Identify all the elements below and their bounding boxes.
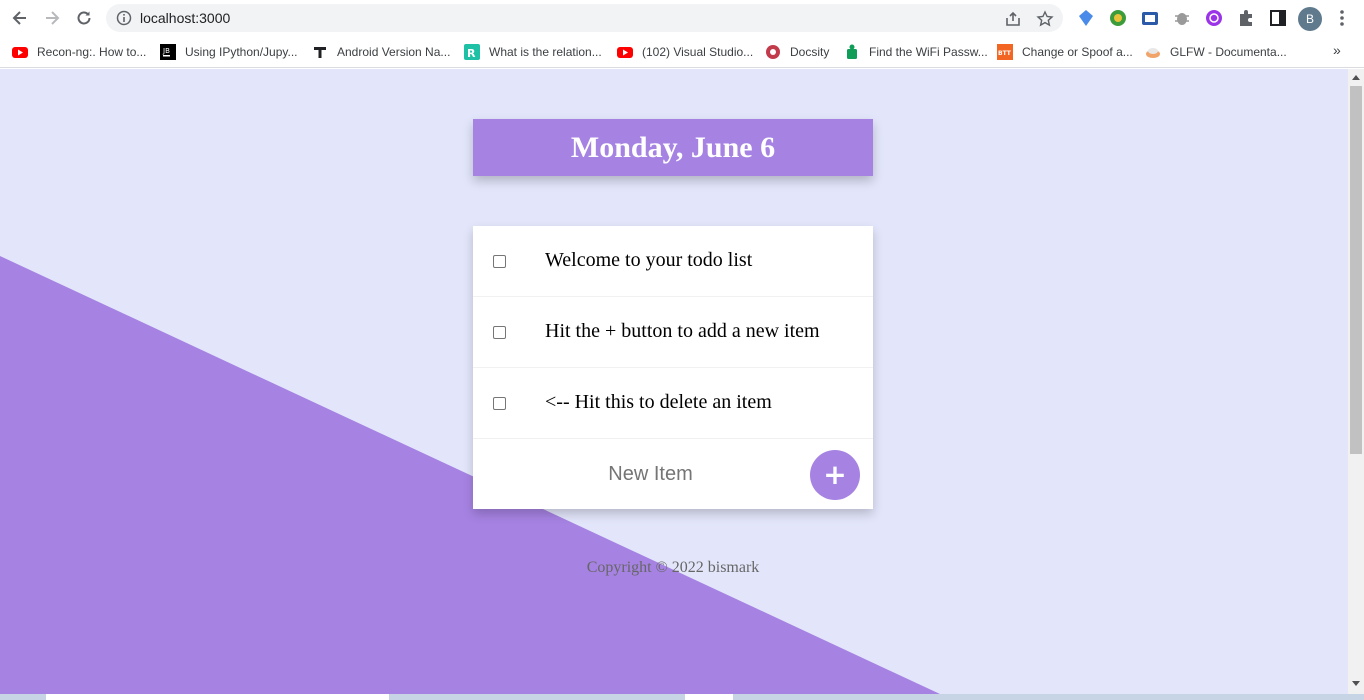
date-heading: Monday, June 6 xyxy=(570,130,776,164)
add-item-button[interactable]: + xyxy=(810,450,860,500)
todo-item: <-- Hit this to delete an item xyxy=(473,368,873,439)
extension-icon[interactable] xyxy=(1204,8,1224,28)
youtube-icon xyxy=(617,47,633,58)
bookmarks-bar: Recon-ng:. How to... JB Using IPython/Ju… xyxy=(0,36,1364,68)
r-icon: R xyxy=(464,44,480,60)
todo-item: Hit the + button to add a new item xyxy=(473,297,873,368)
new-item-input[interactable]: New Item xyxy=(473,456,828,492)
bookmark-item[interactable]: (102) Visual Studio... xyxy=(617,42,753,62)
share-icon[interactable] xyxy=(1004,10,1022,28)
bookmark-label: Change or Spoof a... xyxy=(1022,45,1133,59)
bookmark-label: Docsity xyxy=(790,45,830,59)
extension-icon[interactable] xyxy=(1108,8,1128,28)
bottom-strip xyxy=(0,694,1364,700)
bookmark-item[interactable]: Recon-ng:. How to... xyxy=(12,42,146,62)
t-icon xyxy=(314,47,326,58)
bottom-strip-segment xyxy=(46,694,389,700)
extension-icon[interactable] xyxy=(1076,8,1096,28)
bookmark-label: Using IPython/Jupy... xyxy=(185,45,298,59)
bottom-strip-segment xyxy=(685,694,733,700)
vertical-scrollbar[interactable] xyxy=(1348,69,1364,694)
new-item-form: New Item + xyxy=(473,439,873,509)
todo-checkbox[interactable] xyxy=(493,326,506,339)
forward-icon[interactable] xyxy=(40,6,64,30)
bookmark-label: Android Version Na... xyxy=(337,45,451,59)
page-viewport: Monday, June 6 Welcome to your todo list… xyxy=(0,69,1348,694)
puzzle-icon[interactable] xyxy=(1236,8,1256,28)
todo-card: Welcome to your todo list Hit the + butt… xyxy=(473,226,873,509)
todo-text: <-- Hit this to delete an item xyxy=(545,391,772,413)
svg-text:JB: JB xyxy=(162,47,170,55)
scroll-up-arrow-icon[interactable] xyxy=(1352,75,1360,80)
todo-item: Welcome to your todo list xyxy=(473,226,873,297)
browser-toolbar: localhost:3000 B xyxy=(0,0,1364,36)
bookmark-item[interactable]: GLFW - Documenta... xyxy=(1145,42,1287,62)
reload-icon[interactable] xyxy=(72,6,96,30)
glfw-icon xyxy=(1146,48,1160,58)
bookmark-item[interactable]: JB Using IPython/Jupy... xyxy=(160,42,298,62)
bookmark-label: What is the relation... xyxy=(489,45,602,59)
todo-text: Hit the + button to add a new item xyxy=(545,320,820,342)
side-panel-icon[interactable] xyxy=(1268,8,1288,28)
android-icon xyxy=(847,44,857,59)
scroll-down-arrow-icon[interactable] xyxy=(1352,681,1360,686)
bug-icon[interactable] xyxy=(1172,8,1192,28)
bookmarks-overflow-icon[interactable]: » xyxy=(1333,42,1341,58)
docsity-icon xyxy=(766,45,780,59)
bookmark-label: GLFW - Documenta... xyxy=(1170,45,1287,59)
todo-text: Welcome to your todo list xyxy=(545,249,753,271)
jetbrains-icon: JB xyxy=(160,44,176,60)
bookmark-item[interactable]: R What is the relation... xyxy=(464,42,602,62)
svg-text:R: R xyxy=(467,47,476,60)
bookmark-label: Find the WiFi Passw... xyxy=(869,45,988,59)
address-bar[interactable]: localhost:3000 xyxy=(106,4,1063,32)
scrollbar-thumb[interactable] xyxy=(1350,86,1362,454)
youtube-icon xyxy=(12,47,28,58)
menu-kebab-icon[interactable] xyxy=(1332,8,1352,28)
todo-checkbox[interactable] xyxy=(493,397,506,410)
info-icon[interactable] xyxy=(116,10,132,26)
extension-icon[interactable] xyxy=(1140,8,1160,28)
bookmark-item[interactable]: Find the WiFi Passw... xyxy=(844,42,988,62)
bookmark-item[interactable]: Docsity xyxy=(765,42,829,62)
bookmark-item[interactable]: BTT Change or Spoof a... xyxy=(997,42,1133,62)
date-header: Monday, June 6 xyxy=(473,119,873,176)
bookmark-label: Recon-ng:. How to... xyxy=(37,45,147,59)
bookmark-star-icon[interactable] xyxy=(1036,10,1054,28)
bookmark-item[interactable]: Android Version Na... xyxy=(312,42,450,62)
url-text: localhost:3000 xyxy=(140,10,231,26)
btt-icon: BTT xyxy=(997,44,1013,60)
copyright-footer: Copyright © 2022 bismark xyxy=(586,559,760,576)
back-icon[interactable] xyxy=(8,6,32,30)
profile-avatar[interactable]: B xyxy=(1298,7,1322,31)
bookmark-label: (102) Visual Studio... xyxy=(642,45,754,59)
svg-text:BTT: BTT xyxy=(998,50,1012,57)
todo-checkbox[interactable] xyxy=(493,255,506,268)
